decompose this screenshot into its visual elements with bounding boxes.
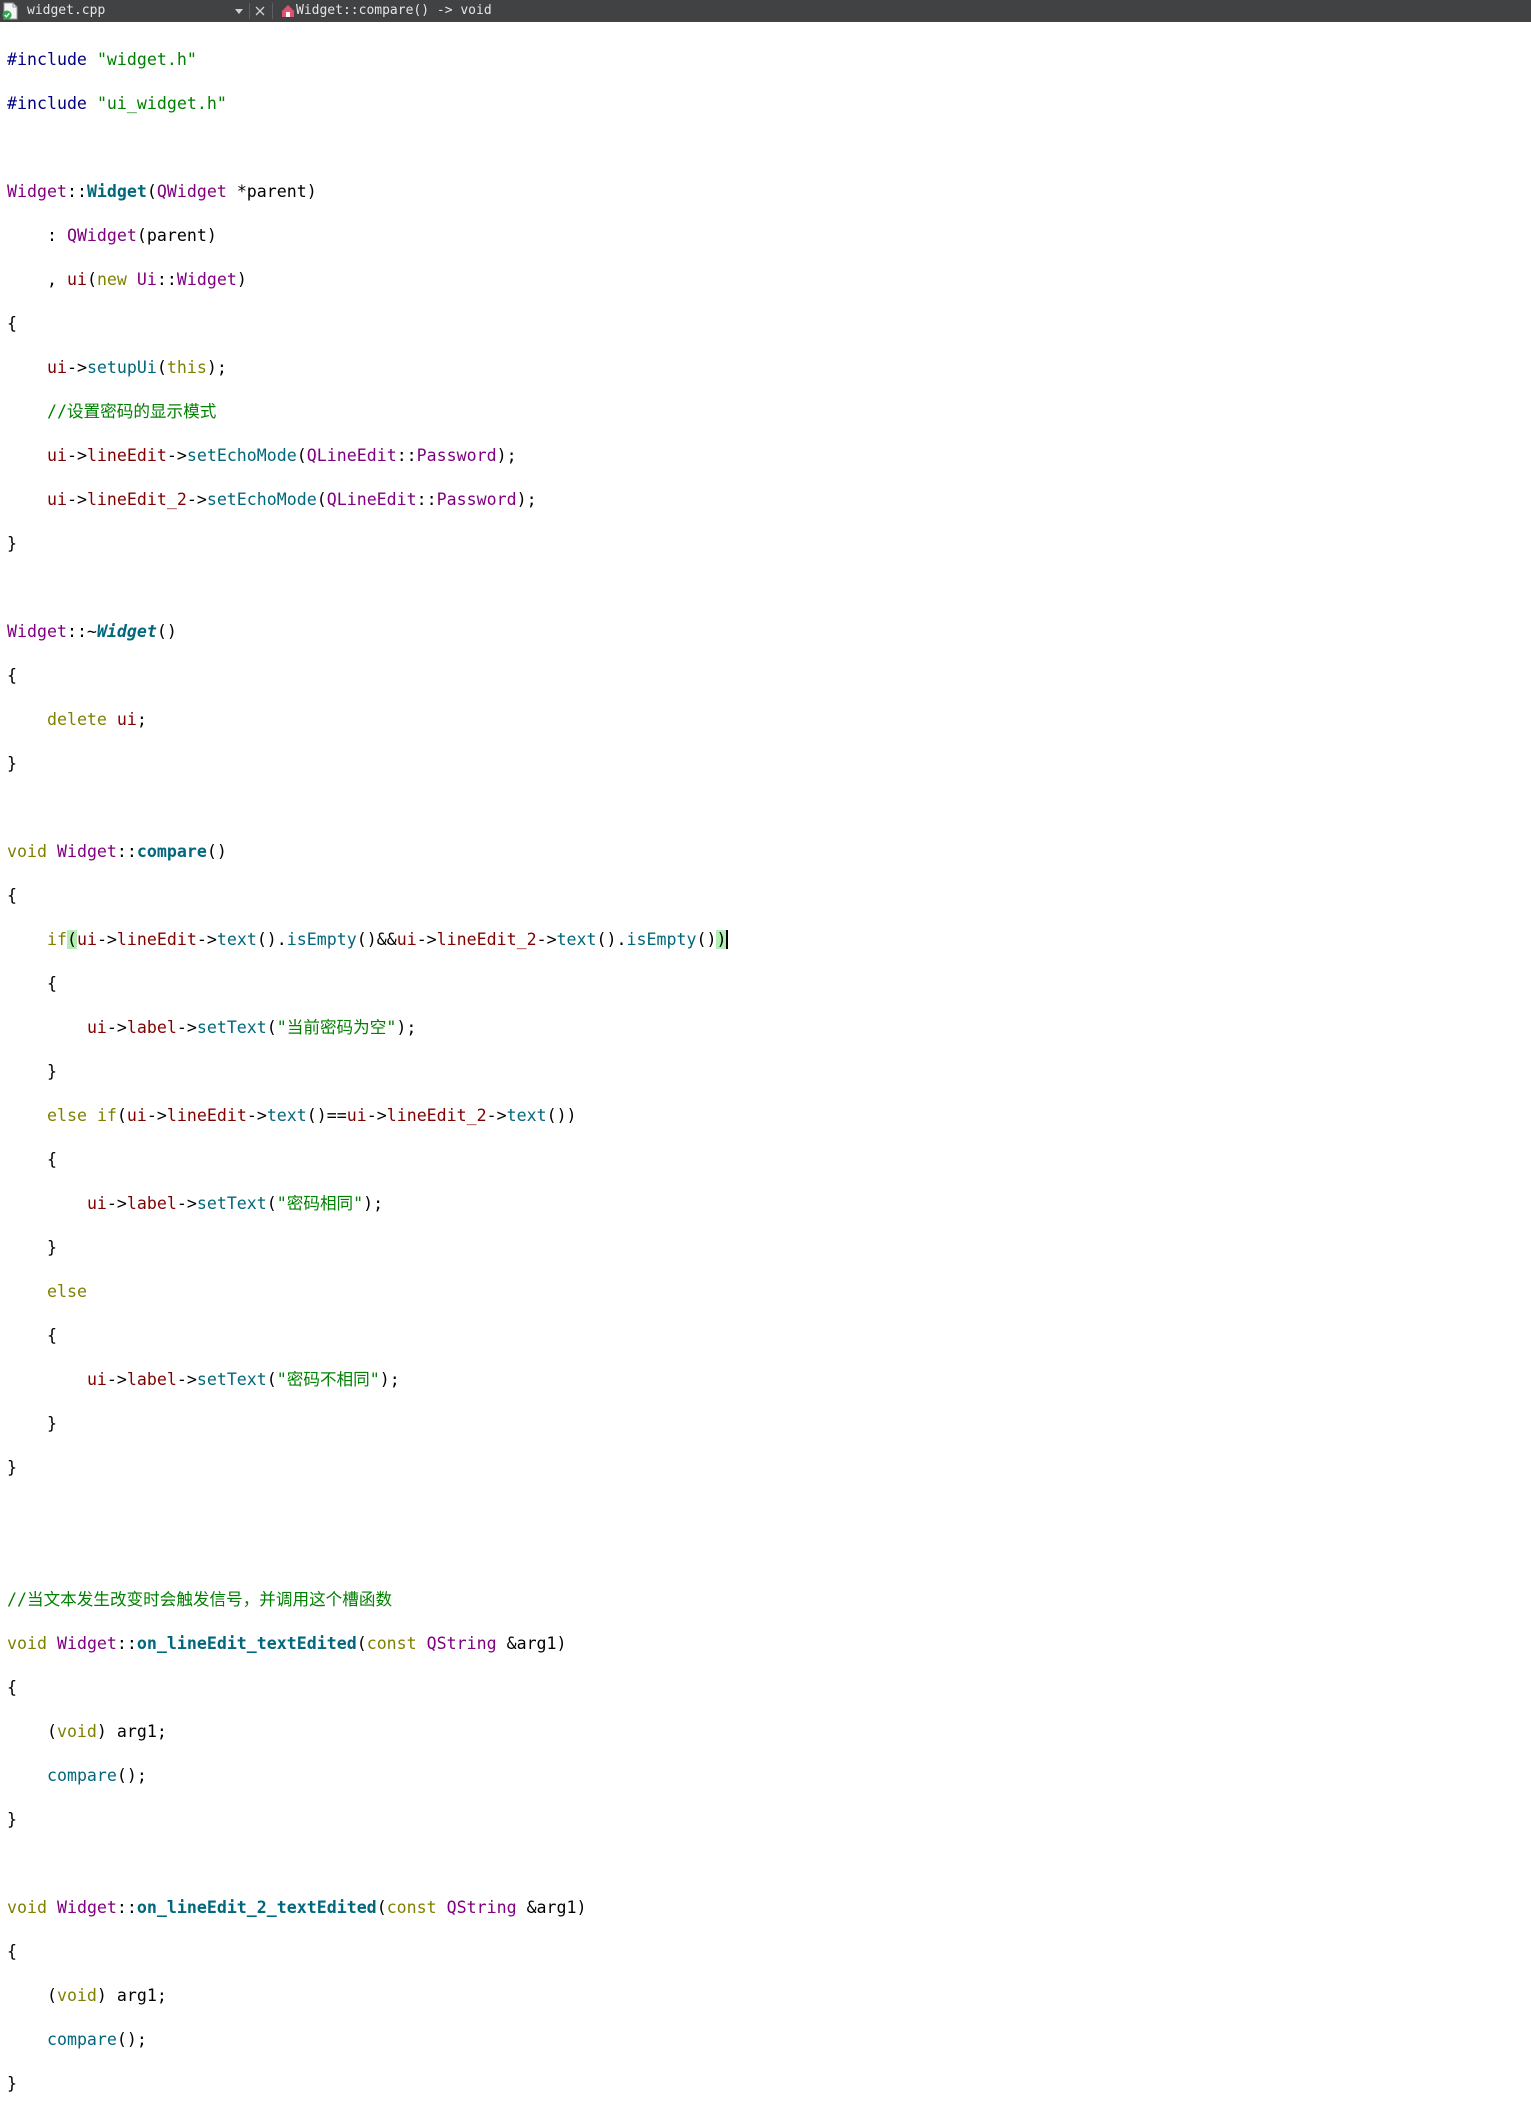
code-line: } xyxy=(7,1062,57,1081)
divider xyxy=(272,3,273,19)
code-line: Widget::~Widget() xyxy=(7,622,177,641)
code-line: } xyxy=(7,754,17,773)
close-icon[interactable] xyxy=(253,3,267,19)
code-line: { xyxy=(7,1942,17,1961)
code-line: delete ui; xyxy=(46,710,147,729)
code-line: } xyxy=(7,1414,57,1433)
code-line: void Widget::compare() xyxy=(7,842,227,861)
code-line: } xyxy=(7,1238,57,1257)
code-line: if(ui->lineEdit->text().isEmpty()&&ui->l… xyxy=(46,930,729,949)
editor-tab-bar: widget.cpp Widget::compare() -> void xyxy=(0,0,1531,22)
preprocessor-directive: #include xyxy=(7,94,87,113)
code-line: void Widget::on_lineEdit_2_textEdited(co… xyxy=(7,1898,587,1917)
code-line: //当文本发生改变时会触发信号，并调用这个槽函数 xyxy=(7,1589,728,1611)
code-line: #include "ui_widget.h" xyxy=(7,93,728,115)
code-line: { xyxy=(7,886,17,905)
code-line: } xyxy=(7,1810,17,1829)
code-line: Widget::Widget(QWidget *parent) xyxy=(7,182,317,201)
code-line: compare(); xyxy=(46,1766,147,1785)
code-line: } xyxy=(7,534,17,553)
code-line: #include "widget.h" xyxy=(7,49,728,71)
function-name: on_lineEdit_2_textEdited xyxy=(136,1898,377,1917)
code-comment: //当文本发生改变时会触发信号，并调用这个槽函数 xyxy=(7,1590,393,1609)
code-line: //设置密码的显示模式 xyxy=(7,401,728,423)
code-line: } xyxy=(7,1458,17,1477)
code-line: : QWidget(parent) xyxy=(7,226,217,245)
code-line: { xyxy=(7,974,57,993)
code-comment: //设置密码的显示模式 xyxy=(46,402,217,421)
code-line: ui->label->setText("密码相同"); xyxy=(86,1194,384,1213)
code-line: ui->lineEdit->setEchoMode(QLineEdit::Pas… xyxy=(46,446,517,465)
code-line: { xyxy=(7,314,17,333)
code-line: ui->label->setText("密码不相同"); xyxy=(86,1370,400,1389)
code-line: else xyxy=(46,1282,87,1301)
code-line: ui->label->setText("当前密码为空"); xyxy=(86,1018,417,1037)
code-text: #include "widget.h" #include "ui_widget.… xyxy=(7,27,729,2117)
code-line: void Widget::on_lineEdit_textEdited(cons… xyxy=(7,1634,567,1653)
string-literal: "密码不相同" xyxy=(276,1370,380,1389)
string-literal: "当前密码为空" xyxy=(276,1018,397,1037)
divider xyxy=(249,3,250,19)
code-editor[interactable]: #include "widget.h" #include "ui_widget.… xyxy=(0,22,1531,2093)
preprocessor-directive: #include xyxy=(7,50,87,69)
code-line: { xyxy=(7,1150,57,1169)
code-line: else if(ui->lineEdit->text()==ui->lineEd… xyxy=(46,1106,577,1125)
code-line: compare(); xyxy=(46,2030,147,2049)
cpp-file-icon xyxy=(2,2,18,20)
string-literal: "密码相同" xyxy=(276,1194,364,1213)
code-line: { xyxy=(7,1326,57,1345)
function-name: on_lineEdit_textEdited xyxy=(136,1634,357,1653)
current-file-name[interactable]: widget.cpp xyxy=(27,3,105,19)
chevron-down-icon[interactable] xyxy=(233,3,245,19)
code-line: ui->setupUi(this); xyxy=(46,358,227,377)
code-line: { xyxy=(7,666,17,685)
code-line: (void) arg1; xyxy=(7,1722,167,1741)
code-line: , ui(new Ui::Widget) xyxy=(7,270,247,289)
current-symbol[interactable]: Widget::compare() -> void xyxy=(296,3,492,19)
code-line: } xyxy=(7,2074,17,2093)
include-file: "widget.h" xyxy=(96,50,197,69)
code-line: (void) arg1; xyxy=(7,1986,167,2005)
include-file: "ui_widget.h" xyxy=(96,94,227,113)
code-line: ui->lineEdit_2->setEchoMode(QLineEdit::P… xyxy=(46,490,537,509)
method-symbol-icon xyxy=(282,5,294,17)
code-line: { xyxy=(7,1678,17,1697)
text-cursor xyxy=(726,930,729,949)
